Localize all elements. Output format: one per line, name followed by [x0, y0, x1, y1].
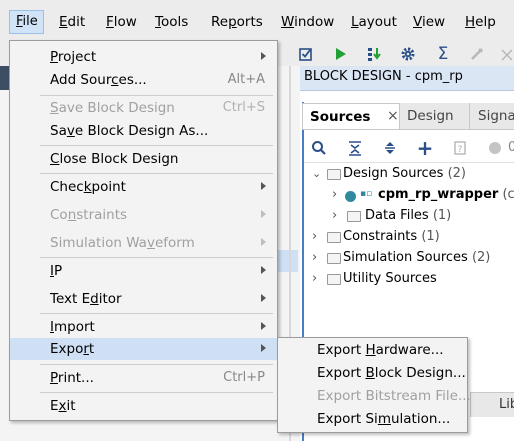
- tree-design-sources[interactable]: ⌄ Design Sources (2): [312, 166, 512, 186]
- tab-design[interactable]: Design: [400, 103, 470, 129]
- folder-icon: [327, 253, 341, 264]
- block-design-header: BLOCK DESIGN - cpm_rp: [300, 66, 514, 91]
- top-module-icon: [345, 191, 356, 202]
- menu-item-export-block-design[interactable]: Export Block Design...: [317, 365, 466, 381]
- menu-tools[interactable]: Tools: [155, 14, 188, 30]
- menu-separator: [40, 173, 273, 174]
- menu-item-save-block-design: Save Block Design Ctrl+S: [50, 100, 265, 116]
- chevron-right-icon[interactable]: ›: [312, 271, 317, 286]
- submenu-arrow-icon: [261, 294, 266, 302]
- menu-item-text-editor[interactable]: Text Editor: [10, 288, 277, 310]
- menu-item-save-block-design-as[interactable]: Save Block Design As...: [10, 120, 277, 142]
- search-icon[interactable]: [308, 137, 330, 159]
- submenu-arrow-icon: [261, 322, 266, 330]
- folder-icon: [327, 169, 341, 180]
- tab-signals[interactable]: Signa: [470, 103, 514, 129]
- menu-separator: [40, 364, 273, 365]
- menu-bar: File Edit Flow Tools Reports Window Layo…: [0, 0, 514, 45]
- tree-data-files[interactable]: › Data Files (1): [332, 208, 514, 228]
- menu-separator: [40, 392, 273, 393]
- menu-item-simulation-waveform: Simulation Waveform: [10, 232, 277, 254]
- chevron-right-icon[interactable]: ›: [312, 229, 317, 244]
- chevron-down-icon[interactable]: ⌄: [312, 167, 321, 180]
- menu-item-add-sources[interactable]: Add Sources... Alt+A: [10, 69, 277, 91]
- submenu-arrow-icon: [261, 238, 266, 246]
- tree-constraints[interactable]: › Constraints (1): [312, 229, 512, 249]
- block-design-title: BLOCK DESIGN - cpm_rp: [304, 69, 463, 84]
- tab-sources[interactable]: Sources ×: [302, 103, 400, 129]
- disabled-tool-icon: [467, 44, 487, 64]
- menu-view[interactable]: View: [413, 14, 445, 30]
- chevron-right-icon[interactable]: ›: [312, 250, 317, 265]
- menu-item-export[interactable]: Export: [10, 338, 277, 360]
- hierarchy-icon: ▪▫: [360, 189, 373, 199]
- menu-item-constraints: Constraints: [10, 204, 277, 226]
- expand-all-icon[interactable]: [379, 137, 401, 159]
- menu-item-print[interactable]: Print... Ctrl+P: [10, 367, 277, 389]
- sources-tab-bar: Sources × Design Signa: [302, 103, 514, 130]
- add-icon[interactable]: +: [414, 136, 436, 160]
- menu-item-export-hardware[interactable]: Export Hardware...: [317, 342, 444, 358]
- run-icon[interactable]: [330, 44, 350, 64]
- menu-separator: [40, 95, 273, 96]
- status-dot-icon: [484, 137, 506, 159]
- collapse-all-icon[interactable]: [344, 137, 366, 159]
- submenu-arrow-icon: [261, 344, 266, 352]
- submenu-arrow-icon: [261, 210, 266, 218]
- chevron-right-icon[interactable]: ›: [332, 208, 337, 223]
- libraries-tab-fragment[interactable]: Lib: [470, 392, 514, 417]
- menu-layout[interactable]: Layout: [351, 14, 397, 30]
- menu-item-export-simulation[interactable]: Export Simulation...: [317, 411, 450, 427]
- menu-item-exit[interactable]: Exit: [10, 395, 277, 417]
- properties-icon[interactable]: ?: [449, 137, 471, 159]
- folder-icon: [327, 232, 341, 243]
- tree-simulation-sources[interactable]: › Simulation Sources (2): [312, 250, 512, 270]
- checkbox-icon[interactable]: [296, 44, 316, 64]
- more-icon[interactable]: [498, 44, 514, 64]
- submenu-arrow-icon: [261, 266, 266, 274]
- menu-window[interactable]: Window: [281, 14, 334, 30]
- menu-separator: [40, 257, 273, 258]
- count-fragment: 0: [508, 140, 514, 155]
- menu-item-ip[interactable]: IP: [10, 260, 277, 282]
- menu-item-import[interactable]: Import: [10, 316, 277, 338]
- menu-separator: [40, 313, 273, 314]
- selected-row-fragment: [276, 250, 298, 272]
- menu-item-close-block-design[interactable]: Close Block Design: [10, 148, 277, 170]
- tree-utility-sources[interactable]: › Utility Sources: [312, 271, 512, 291]
- chevron-right-icon[interactable]: ›: [332, 187, 337, 202]
- folder-icon: [327, 274, 341, 285]
- sources-toolbar: + ? 0: [304, 132, 514, 163]
- menu-separator: [40, 145, 273, 146]
- file-menu: Project Add Sources... Alt+A Save Block …: [9, 40, 278, 421]
- menu-file[interactable]: File: [9, 10, 44, 34]
- menu-help[interactable]: Help: [465, 14, 496, 30]
- program-device-icon[interactable]: [364, 44, 384, 64]
- menu-flow[interactable]: Flow: [106, 14, 137, 30]
- menu-item-project[interactable]: Project: [10, 46, 277, 68]
- svg-text:?: ?: [458, 145, 463, 155]
- menu-item-export-bitstream: Export Bitstream File...: [317, 388, 471, 404]
- menu-item-checkpoint[interactable]: Checkpoint: [10, 176, 277, 198]
- menu-edit[interactable]: Edit: [59, 14, 85, 30]
- submenu-arrow-icon: [261, 52, 266, 60]
- submenu-arrow-icon: [261, 182, 266, 190]
- export-submenu: Export Hardware... Export Block Design..…: [277, 337, 471, 433]
- tree-cpm-rp-wrapper[interactable]: › ▪▫ cpm_rp_wrapper (cp: [332, 187, 514, 207]
- sigma-icon[interactable]: Σ: [433, 44, 453, 64]
- folder-icon: [347, 211, 361, 222]
- close-tab-icon[interactable]: ×: [387, 108, 399, 124]
- menu-reports[interactable]: Reports: [211, 14, 263, 30]
- settings-icon[interactable]: [398, 44, 418, 64]
